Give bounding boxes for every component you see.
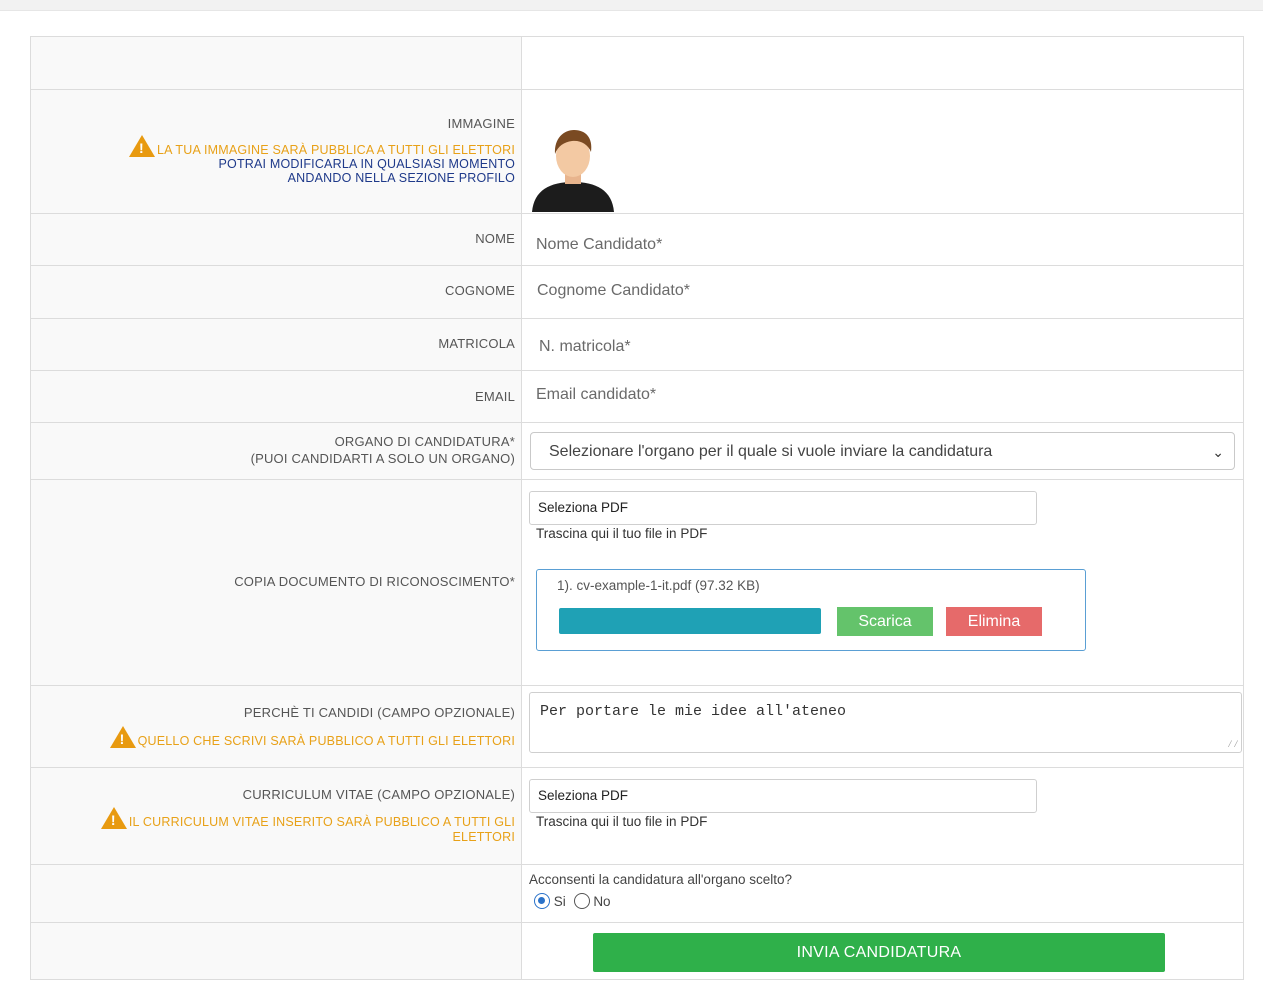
- immagine-note: POTRAI MODIFICARLA IN QUALSIASI MOMENTO …: [218, 157, 515, 185]
- curriculum-drag-hint: Trascina qui il tuo file in PDF: [536, 814, 708, 829]
- delete-button[interactable]: Elimina: [946, 607, 1042, 636]
- uploaded-file-name: 1). cv-example-1-it.pdf (97.32 KB): [557, 578, 760, 593]
- radio-no[interactable]: [573, 893, 590, 909]
- documento-file-button-label: Seleziona PDF: [538, 500, 629, 515]
- email-label: EMAIL: [474, 389, 515, 404]
- perche-label: PERCHÈ TI CANDIDI (CAMPO OPZIONALE): [243, 705, 515, 720]
- form-header-row: [30, 36, 1244, 90]
- perche-warning: QUELLO CHE SCRIVI SARÀ PUBBLICO A TUTTI …: [137, 734, 515, 748]
- warning-icon: [100, 807, 127, 829]
- matricola-value-cell: [521, 318, 1244, 371]
- organo-label-cell: ORGANO DI CANDIDATURA* (PUOI CANDIDARTI …: [30, 422, 522, 480]
- consenso-value-cell: Acconsenti la candidatura all'organo sce…: [521, 864, 1244, 923]
- documento-label-cell: COPIA DOCUMENTO DI RICONOSCIMENTO*: [30, 479, 522, 686]
- warning-icon: [109, 726, 136, 748]
- row-email: EMAIL: [30, 370, 1244, 423]
- radio-si-label[interactable]: Si: [554, 894, 566, 909]
- cognome-label: COGNOME: [444, 283, 515, 298]
- email-label-cell: EMAIL: [30, 370, 522, 423]
- cognome-value-cell: [521, 265, 1244, 319]
- nome-input[interactable]: [536, 236, 936, 254]
- immagine-warning: LA TUA IMMAGINE SARÀ PUBBLICA A TUTTI GL…: [156, 143, 515, 157]
- curriculum-value-cell: Seleziona PDF Trascina qui il tuo file i…: [521, 767, 1244, 865]
- row-nome: NOME: [30, 213, 1244, 266]
- matricola-label-cell: MATRICOLA: [30, 318, 522, 371]
- curriculum-file-picker[interactable]: Seleziona PDF: [529, 779, 1037, 813]
- immagine-label-cell: IMMAGINE LA TUA IMMAGINE SARÀ PUBBLICA A…: [30, 89, 522, 214]
- consenso-radio-group: Si No: [534, 893, 611, 909]
- organo-label: ORGANO DI CANDIDATURA*: [334, 434, 515, 449]
- curriculum-label-cell: CURRICULUM VITAE (CAMPO OPZIONALE) IL CU…: [30, 767, 522, 865]
- perche-textarea-value: Per portare le mie idee all'ateneo: [540, 703, 847, 720]
- warning-icon: [128, 135, 155, 157]
- candidacy-form: IMMAGINE LA TUA IMMAGINE SARÀ PUBBLICA A…: [30, 36, 1244, 980]
- documento-drag-hint: Trascina qui il tuo file in PDF: [536, 526, 708, 541]
- form-header-left: [30, 36, 522, 90]
- perche-value-cell: Per portare le mie idee all'ateneo ∕∕: [521, 685, 1244, 768]
- upload-progress-fill: [559, 608, 821, 634]
- submit-value-cell: INVIA CANDIDATURA: [521, 922, 1244, 980]
- curriculum-warning-line: IL CURRICULUM VITAE INSERITO SARÀ PUBBLI…: [31, 807, 515, 844]
- row-submit: INVIA CANDIDATURA: [30, 922, 1244, 980]
- perche-warning-line: QUELLO CHE SCRIVI SARÀ PUBBLICO A TUTTI …: [31, 726, 515, 748]
- submit-label-cell: [30, 922, 522, 980]
- nome-label-cell: NOME: [30, 213, 522, 266]
- download-button[interactable]: Scarica: [837, 607, 933, 636]
- immagine-value-cell: [521, 89, 1244, 214]
- cognome-input[interactable]: [537, 282, 937, 300]
- nome-label: NOME: [475, 231, 515, 246]
- row-matricola: MATRICOLA: [30, 318, 1244, 371]
- immagine-label: IMMAGINE: [447, 116, 515, 131]
- resize-grip-icon[interactable]: ∕∕: [1227, 740, 1239, 751]
- radio-no-label[interactable]: No: [593, 894, 610, 909]
- organo-sublabel: (PUOI CANDIDARTI A SOLO UN ORGANO): [250, 451, 515, 466]
- row-immagine: IMMAGINE LA TUA IMMAGINE SARÀ PUBBLICA A…: [30, 89, 1244, 214]
- row-documento: COPIA DOCUMENTO DI RICONOSCIMENTO* Selez…: [30, 479, 1244, 686]
- top-bar: [0, 0, 1263, 11]
- curriculum-file-button-label: Seleziona PDF: [538, 788, 629, 803]
- immagine-warning-line: LA TUA IMMAGINE SARÀ PUBBLICA A TUTTI GL…: [31, 135, 515, 157]
- radio-si[interactable]: [534, 893, 550, 909]
- documento-file-picker[interactable]: Seleziona PDF: [529, 491, 1037, 525]
- row-cognome: COGNOME: [30, 265, 1244, 319]
- row-perche: PERCHÈ TI CANDIDI (CAMPO OPZIONALE) QUEL…: [30, 685, 1244, 768]
- row-consenso: Acconsenti la candidatura all'organo sce…: [30, 864, 1244, 923]
- consenso-question: Acconsenti la candidatura all'organo sce…: [529, 872, 792, 887]
- curriculum-warning: IL CURRICULUM VITAE INSERITO SARÀ PUBBLI…: [128, 815, 515, 844]
- row-organo: ORGANO DI CANDIDATURA* (PUOI CANDIDARTI …: [30, 422, 1244, 480]
- perche-label-cell: PERCHÈ TI CANDIDI (CAMPO OPZIONALE) QUEL…: [30, 685, 522, 768]
- perche-textarea[interactable]: Per portare le mie idee all'ateneo ∕∕: [529, 692, 1242, 753]
- nome-value-cell: [521, 213, 1244, 266]
- matricola-input[interactable]: [539, 338, 939, 356]
- documento-label: COPIA DOCUMENTO DI RICONOSCIMENTO*: [234, 574, 515, 589]
- consenso-label-cell: [30, 864, 522, 923]
- organo-select[interactable]: Selezionare l'organo per il quale si vuo…: [530, 432, 1235, 470]
- avatar-image[interactable]: [528, 126, 618, 212]
- curriculum-label: CURRICULUM VITAE (CAMPO OPZIONALE): [242, 787, 515, 802]
- documento-value-cell: Seleziona PDF Trascina qui il tuo file i…: [521, 479, 1244, 686]
- organo-select-value: Selezionare l'organo per il quale si vuo…: [549, 443, 993, 460]
- chevron-down-icon: ⌄: [1212, 444, 1224, 460]
- uploaded-file-panel: 1). cv-example-1-it.pdf (97.32 KB) Scari…: [536, 569, 1086, 651]
- form-header-right: [521, 36, 1244, 90]
- organo-value-cell: Selezionare l'organo per il quale si vuo…: [521, 422, 1244, 480]
- cognome-label-cell: COGNOME: [30, 265, 522, 319]
- upload-progress-bar: [559, 608, 821, 634]
- matricola-label: MATRICOLA: [438, 336, 515, 351]
- email-input[interactable]: [536, 386, 936, 404]
- row-curriculum: CURRICULUM VITAE (CAMPO OPZIONALE) IL CU…: [30, 767, 1244, 865]
- email-value-cell: [521, 370, 1244, 423]
- submit-button[interactable]: INVIA CANDIDATURA: [593, 933, 1165, 972]
